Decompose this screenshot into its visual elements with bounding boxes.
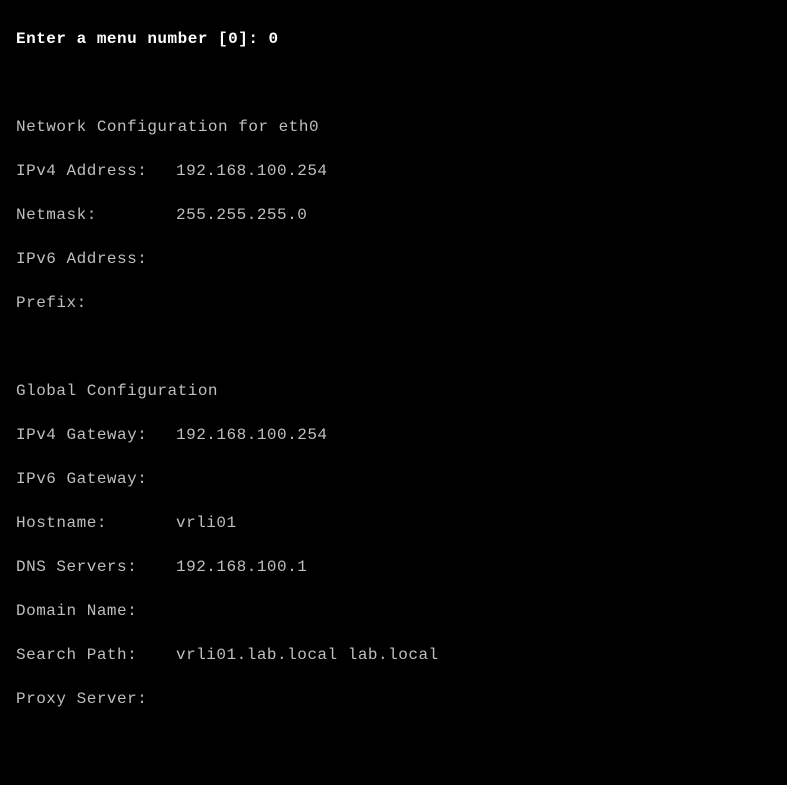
netmask-value: 255.255.255.0 xyxy=(176,206,307,224)
ipv6-address-row: IPv6 Address: xyxy=(16,248,771,270)
blank-line xyxy=(16,336,771,358)
proxy-server-row: Proxy Server: xyxy=(16,688,771,710)
blank-line xyxy=(16,776,771,785)
blank-line xyxy=(16,732,771,754)
terminal-screen[interactable]: Enter a menu number [0]: 0 Network Confi… xyxy=(0,0,787,785)
menu-prompt-1: Enter a menu number [0]: 0 xyxy=(16,28,771,50)
netcfg-title: Network Configuration for eth0 xyxy=(16,116,771,138)
prefix-row: Prefix: xyxy=(16,292,771,314)
ipv4-address-value: 192.168.100.254 xyxy=(176,162,328,180)
ipv6-address-label: IPv6 Address: xyxy=(16,248,176,270)
ipv4-address-row: IPv4 Address:192.168.100.254 xyxy=(16,160,771,182)
ipv4-gateway-value: 192.168.100.254 xyxy=(176,426,328,444)
search-path-row: Search Path:vrli01.lab.local lab.local xyxy=(16,644,771,666)
domain-name-row: Domain Name: xyxy=(16,600,771,622)
hostname-row: Hostname:vrli01 xyxy=(16,512,771,534)
ipv6-gateway-label: IPv6 Gateway: xyxy=(16,468,176,490)
dns-servers-label: DNS Servers: xyxy=(16,556,176,578)
dns-servers-row: DNS Servers:192.168.100.1 xyxy=(16,556,771,578)
globalcfg-title: Global Configuration xyxy=(16,380,771,402)
prompt-text: Enter a menu number [0]: xyxy=(16,30,269,48)
hostname-label: Hostname: xyxy=(16,512,176,534)
dns-servers-value: 192.168.100.1 xyxy=(176,558,307,576)
proxy-server-label: Proxy Server: xyxy=(16,688,176,710)
hostname-value: vrli01 xyxy=(176,514,237,532)
search-path-label: Search Path: xyxy=(16,644,176,666)
netmask-label: Netmask: xyxy=(16,204,176,226)
search-path-value: vrli01.lab.local lab.local xyxy=(176,646,439,664)
ipv4-gateway-label: IPv4 Gateway: xyxy=(16,424,176,446)
blank-line xyxy=(16,72,771,94)
ipv6-gateway-row: IPv6 Gateway: xyxy=(16,468,771,490)
prefix-label: Prefix: xyxy=(16,292,176,314)
netmask-row: Netmask:255.255.255.0 xyxy=(16,204,771,226)
prompt-input-value: 0 xyxy=(269,30,279,48)
ipv4-address-label: IPv4 Address: xyxy=(16,160,176,182)
ipv4-gateway-row: IPv4 Gateway:192.168.100.254 xyxy=(16,424,771,446)
domain-name-label: Domain Name: xyxy=(16,600,176,622)
